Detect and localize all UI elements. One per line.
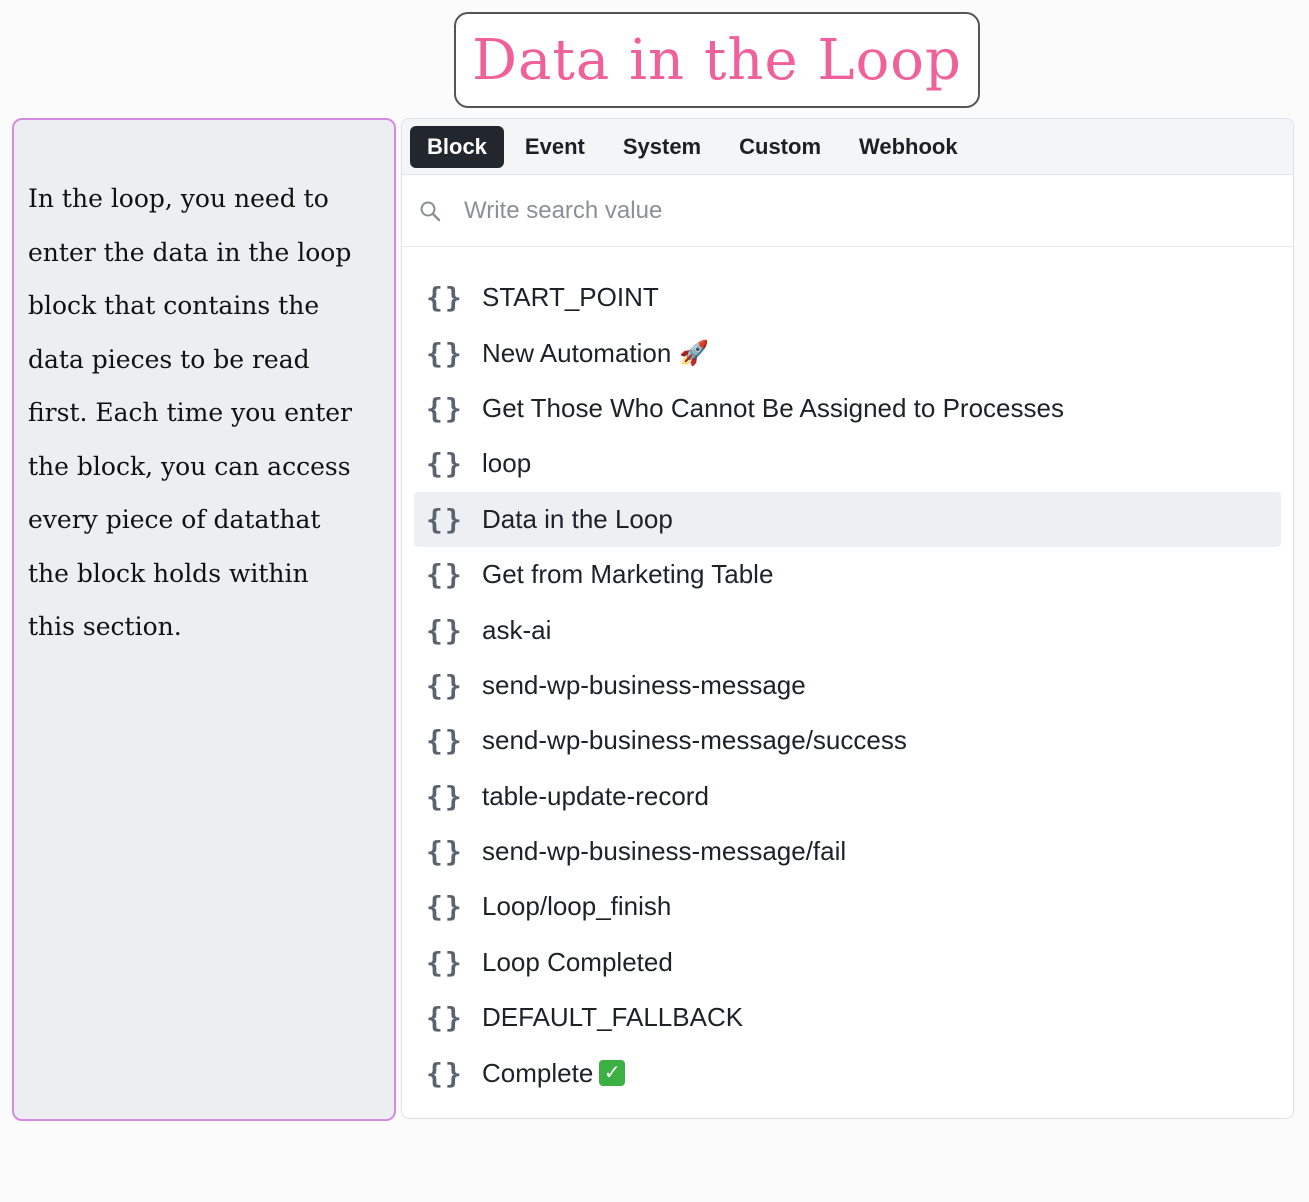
item-label: send-wp-business-message/fail [482, 836, 847, 867]
brace-icon: {} [426, 613, 464, 647]
item-label: DEFAULT_FALLBACK [482, 1002, 744, 1033]
item-label: Get from Marketing Table [482, 559, 774, 590]
brace-icon: {} [426, 724, 464, 758]
search-input[interactable] [462, 195, 1226, 226]
brace-icon: {} [426, 835, 464, 869]
list-item[interactable]: {} Get from Marketing Table [414, 547, 1281, 602]
search-icon [420, 201, 441, 221]
list-item[interactable]: {} Loop Completed [414, 935, 1281, 990]
list-item-selected[interactable]: {} Data in the Loop [414, 491, 1281, 547]
list-item[interactable]: {} Complete ✓ [414, 1045, 1281, 1100]
item-label: table-update-record [482, 780, 709, 811]
rocket-icon: 🚀 [679, 339, 710, 367]
item-label: loop [482, 448, 532, 479]
list-item[interactable]: {} table-update-record [414, 769, 1281, 824]
block-list: {} START_POINT {} New Automation 🚀 {} Ge… [402, 270, 1293, 1101]
item-label: New Automation [482, 337, 672, 368]
tab-webhook[interactable]: Webhook [842, 126, 975, 168]
brace-icon: {} [426, 502, 464, 536]
list-item[interactable]: {} loop [414, 436, 1281, 491]
brace-icon: {} [426, 447, 464, 481]
page-title: Data in the Loop [472, 27, 962, 93]
list-item[interactable]: {} New Automation 🚀 [414, 325, 1281, 380]
check-mark-icon: ✓ [599, 1060, 626, 1087]
note-text: In the loop, you need to enter the data … [28, 184, 352, 641]
item-label: Complete [482, 1057, 594, 1088]
brace-icon: {} [426, 890, 464, 924]
list-item[interactable]: {} send-wp-business-message/success [414, 713, 1281, 768]
item-label: send-wp-business-message [482, 669, 806, 700]
item-label: Data in the Loop [482, 503, 673, 534]
tab-event[interactable]: Event [508, 126, 602, 168]
tab-custom[interactable]: Custom [722, 126, 838, 168]
brace-icon: {} [426, 945, 464, 979]
brace-icon: {} [426, 668, 464, 702]
list-item[interactable]: {} Get Those Who Cannot Be Assigned to P… [414, 381, 1281, 436]
search-bar [402, 175, 1293, 247]
tab-block[interactable]: Block [410, 125, 504, 168]
block-selector-panel: Block Event System Custom Webhook {} STA… [401, 118, 1294, 1119]
list-item[interactable]: {} send-wp-business-message/fail [414, 824, 1281, 879]
brace-icon: {} [426, 1001, 464, 1035]
brace-icon: {} [426, 779, 464, 813]
list-item[interactable]: {} DEFAULT_FALLBACK [414, 990, 1281, 1045]
tab-bar: Block Event System Custom Webhook [402, 119, 1293, 175]
item-label: Loop/loop_finish [482, 891, 672, 922]
list-item[interactable]: {} ask-ai [414, 602, 1281, 657]
item-label: Loop Completed [482, 946, 673, 977]
item-label: Get Those Who Cannot Be Assigned to Proc… [482, 392, 1064, 423]
brace-icon: {} [426, 1056, 464, 1090]
brace-icon: {} [426, 336, 464, 370]
list-item[interactable]: {} START_POINT [414, 270, 1281, 325]
tab-system[interactable]: System [606, 126, 718, 168]
item-label: START_POINT [482, 282, 659, 313]
note-panel: In the loop, you need to enter the data … [12, 118, 396, 1121]
list-item[interactable]: {} Loop/loop_finish [414, 879, 1281, 934]
brace-icon: {} [426, 391, 464, 425]
item-label: ask-ai [482, 614, 552, 645]
brace-icon: {} [426, 281, 464, 315]
list-item[interactable]: {} send-wp-business-message [414, 658, 1281, 713]
title-box: Data in the Loop [454, 12, 980, 108]
brace-icon: {} [426, 558, 464, 592]
item-label: send-wp-business-message/success [482, 725, 907, 756]
